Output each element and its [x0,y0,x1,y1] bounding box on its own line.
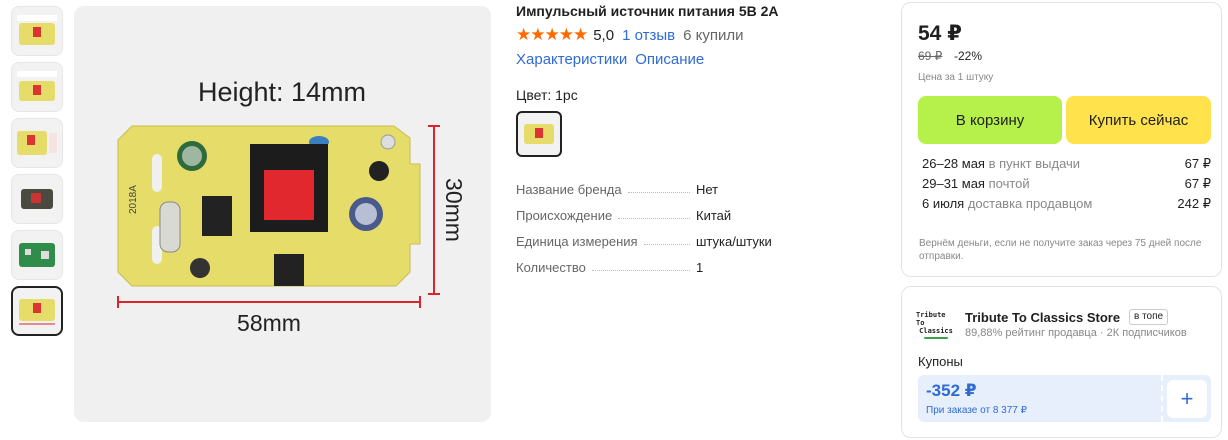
thumbnail-pcb-image [19,243,55,267]
delivery-price: 67 ₽ [1184,176,1211,191]
thumbnail-strip [11,6,65,342]
spec-value: Китай [696,208,732,223]
coupons-label: Купоны [918,354,963,369]
spec-name: Название бренда [516,182,622,197]
thumbnail-pcb-image [17,71,57,101]
spec-leader [627,192,690,193]
thumbnail-pcb-image [17,131,57,155]
delivery-option[interactable]: 29–31 мая почтой 67 ₽ [922,174,1211,194]
delivery-price: 67 ₽ [1184,156,1211,171]
spec-value: штука/штуки [696,234,772,249]
delivery-date: 6 июля [922,196,965,211]
height-label: Height: 14mm [198,77,366,107]
seller-logo-text: Classics [919,327,953,335]
top-seller-badge: в топе [1129,309,1169,325]
board-mark: 2018A [128,185,139,214]
color-label: Цвет: 1pc [516,87,578,103]
price-unit-note: Цена за 1 штуку [918,72,994,83]
capacitor-top [182,146,202,166]
seller-name[interactable]: Tribute To Classics Store [965,310,1120,325]
ic-chip [202,196,232,236]
bought-count: 6 купили [683,26,744,44]
buy-now-button[interactable]: Купить сейчас [1066,96,1211,144]
transformer-coil [264,170,314,220]
delivery-method: доставка продавцом [967,196,1093,211]
thumbnail-1[interactable] [11,6,63,56]
refund-note: Вернём деньги, если не получите заказ че… [919,238,1202,262]
rating-row: ★★★★★ 5,0 1 отзыв 6 купили [516,23,876,47]
star-icon: ★★★★★ [516,25,588,44]
spec-list: Название бренда Нет Происхождение Китай … [516,171,856,275]
coupon-card[interactable]: -352 ₽ При заказе от 8 377 ₽ [918,375,1161,422]
depth-label: 30mm [441,178,467,242]
thumbnail-3[interactable] [11,118,63,168]
spec-row: Название бренда Нет [516,171,856,197]
thumbnail-pcb-image [21,189,53,209]
discount-badge: -22% [954,49,983,63]
led [380,134,396,150]
width-label: 58mm [237,310,301,336]
spec-row: Количество 1 [516,249,856,275]
old-price: 69 ₽ [918,49,943,63]
spec-row: Единица измерения штука/штуки [516,223,856,249]
product-tabs: Характеристики Описание [516,51,876,73]
spec-value: Нет [696,182,719,197]
delivery-date: 29–31 мая [922,176,985,191]
seller-logo[interactable]: Tribute To Classics [916,311,956,339]
swatch-pcb-image [524,124,554,144]
spec-name: Количество [516,260,586,275]
seller-logo-text: Tribute To [916,311,946,327]
seller-rating: 89,88% рейтинг продавца [965,327,1097,339]
delivery-price: 242 ₽ [1177,196,1211,211]
thumbnail-5[interactable] [11,230,63,280]
pcb-illustration: Height: 14mm 2018A 58mm 30mm [117,77,467,336]
delivery-option[interactable]: 6 июля доставка продавцом 242 ₽ [922,194,1211,214]
seller-card: Tribute To Classics Tribute To Classics … [901,286,1222,438]
thumbnail-6-selected[interactable] [11,286,63,336]
small-capacitor [190,258,210,278]
seller-subscribers: 2К подписчиков [1106,327,1187,339]
ic-chip [274,254,304,286]
spec-row: Происхождение Китай [516,197,856,223]
thumbnail-4[interactable] [11,174,63,224]
current-price: 54 ₽ [918,22,962,45]
spec-leader [591,270,690,271]
thumbnail-pcb-image [17,15,57,45]
leaf-icon [924,337,948,339]
coupon-condition: При заказе от 8 377 ₽ [926,405,1027,416]
spec-leader [643,244,690,245]
add-to-cart-button[interactable]: В корзину [918,96,1062,144]
transistor [369,161,389,181]
capacitor-blue-top [355,203,377,225]
thumbnail-pcb-image [19,299,55,325]
pcb-slot [152,154,162,192]
spec-name: Происхождение [516,208,613,223]
tab-description[interactable]: Описание [635,51,704,73]
delivery-options: 26–28 мая в пункт выдачи 67 ₽ 29–31 мая … [922,154,1211,214]
rating-value: 5,0 [593,26,615,44]
resistor [159,201,181,253]
spec-value: 1 [696,260,704,275]
delivery-method: в пункт выдачи [988,156,1081,171]
delivery-method: почтой [988,176,1030,191]
plus-icon[interactable]: + [1167,379,1207,418]
reviews-link[interactable]: 1 отзыв [622,27,675,44]
color-option-1pc[interactable] [516,111,562,157]
coupon-amount: -352 ₽ [926,381,977,400]
spec-name: Единица измерения [516,234,638,249]
main-product-image[interactable]: Height: 14mm 2018A 58mm 30mm [74,6,491,422]
product-info: Импульсный источник питания 5В 2А ★★★★★ … [516,0,876,275]
price-card: 54 ₽ 69 ₽ -22% Цена за 1 штуку В корзину… [901,2,1222,277]
delivery-date: 26–28 мая [922,156,985,171]
tab-characteristics[interactable]: Характеристики [516,51,627,73]
product-title: Импульсный источник питания 5В 2А [516,3,779,19]
spec-leader [618,218,690,219]
thumbnail-2[interactable] [11,62,63,112]
coupon-add-area: + [1161,375,1211,422]
seller-meta: 89,88% рейтинг продавца · 2К подписчиков [965,327,1187,339]
delivery-option[interactable]: 26–28 мая в пункт выдачи 67 ₽ [922,154,1211,174]
